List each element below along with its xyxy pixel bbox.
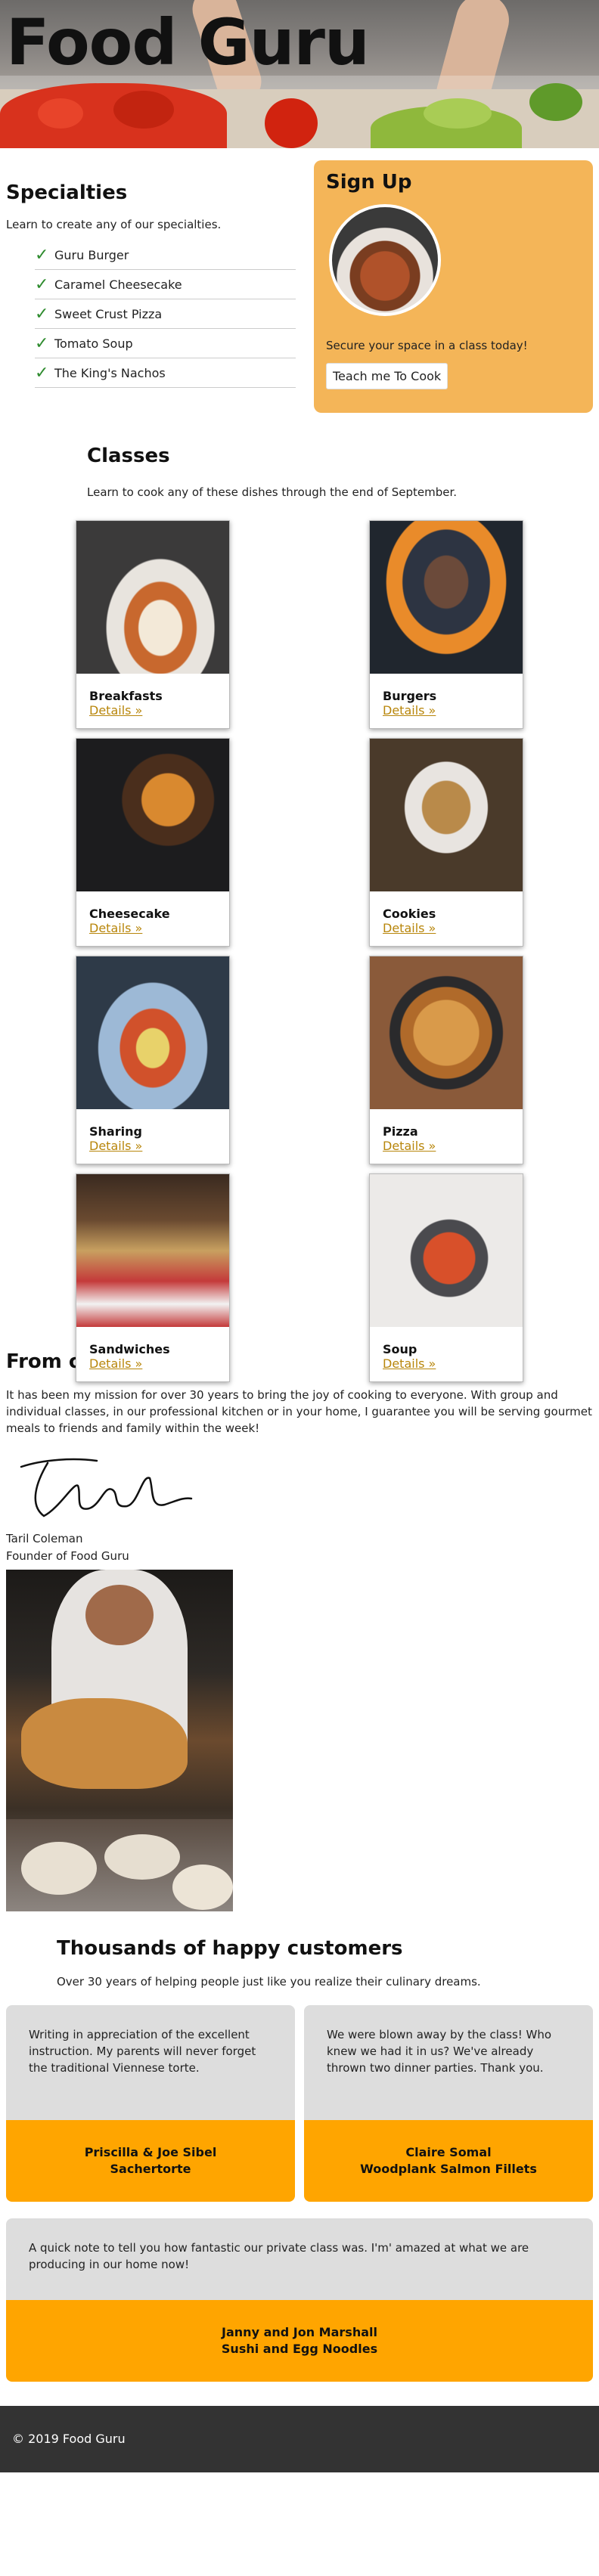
founder-role: Founder of Food Guru (6, 1549, 129, 1563)
class-title: Burgers (383, 689, 437, 703)
chef-photo (6, 1570, 233, 1911)
testimonials-subtitle: Over 30 years of helping people just lik… (57, 1975, 481, 1989)
details-link[interactable]: Details » (383, 921, 523, 935)
details-link[interactable]: Details » (383, 703, 523, 718)
testimonial-author: Claire Somal Woodplank Salmon Fillets (304, 2120, 593, 2202)
class-card-sharing[interactable]: Sharing Details » (76, 956, 230, 1164)
signup-text: Secure your space in a class today! (326, 339, 528, 352)
testimonials-section: Thousands of happy customers Over 30 yea… (0, 1937, 599, 2382)
sandwich-image (76, 1174, 229, 1327)
list-item: ✓ Sweet Crust Pizza (35, 299, 296, 329)
list-item: ✓ The King's Nachos (35, 358, 296, 388)
author-name: Janny and Jon Marshall (222, 2325, 377, 2339)
check-icon: ✓ (35, 333, 49, 353)
specialties-heading: Specialties (6, 181, 128, 204)
list-item: ✓ Guru Burger (35, 240, 296, 270)
top-section: Specialties Learn to create any of our s… (0, 148, 599, 426)
author-dish: Sushi and Egg Noodles (221, 2342, 378, 2356)
class-card-soup[interactable]: Soup Details » (369, 1173, 523, 1382)
testimonial-card: A quick note to tell you how fantastic o… (6, 2218, 593, 2382)
specialties-list: ✓ Guru Burger ✓ Caramel Cheesecake ✓ Sweet … (35, 240, 296, 388)
classes-intro: Learn to cook any of these dishes throug… (87, 485, 458, 499)
class-card-pizza[interactable]: Pizza Details » (369, 956, 523, 1164)
founder-section: From our founder It has been my mission … (0, 1350, 599, 1911)
testimonial-quote: A quick note to tell you how fantastic o… (6, 2218, 593, 2300)
details-link[interactable]: Details » (383, 1139, 523, 1153)
class-title: Cookies (383, 907, 436, 921)
testimonial-author: Priscilla & Joe Sibel Sachertorte (6, 2120, 295, 2202)
sharing-image (76, 956, 229, 1109)
class-title: Sandwiches (89, 1342, 170, 1356)
class-card-cheesecake[interactable]: Cheesecake Details » (76, 738, 230, 947)
site-title: Food Guru (6, 5, 370, 79)
breakfast-image (76, 521, 229, 674)
class-title: Soup (383, 1342, 417, 1356)
details-link[interactable]: Details » (89, 921, 229, 935)
author-dish: Woodplank Salmon Fillets (360, 2162, 537, 2176)
class-card-cookies[interactable]: Cookies Details » (369, 738, 523, 947)
signature-image (20, 1458, 193, 1517)
specialties-section: Specialties Learn to create any of our s… (6, 160, 296, 426)
founder-name: Taril Coleman (6, 1532, 83, 1545)
details-link[interactable]: Details » (89, 1139, 229, 1153)
cheesecake-image (76, 739, 229, 891)
list-item: ✓ Caramel Cheesecake (35, 270, 296, 299)
pizza-image (370, 956, 523, 1109)
testimonial-card: Writing in appreciation of the excellent… (6, 2005, 295, 2202)
burger-image (370, 521, 523, 674)
class-card-burgers[interactable]: Burgers Details » (369, 520, 523, 729)
signup-panel: Sign Up Secure your space in a class tod… (314, 160, 593, 413)
classes-heading: Classes (87, 445, 170, 467)
signup-heading: Sign Up (326, 171, 412, 194)
check-icon: ✓ (35, 363, 49, 383)
salmon-image (329, 204, 441, 316)
class-title: Pizza (383, 1124, 418, 1139)
testimonial-author: Janny and Jon Marshall Sushi and Egg Noo… (6, 2300, 593, 2382)
hero-banner: Food Guru (0, 0, 599, 148)
author-dish: Sachertorte (110, 2162, 191, 2176)
site-footer: © 2019 Food Guru (0, 2406, 599, 2472)
check-icon: ✓ (35, 245, 49, 265)
class-title: Breakfasts (89, 689, 163, 703)
details-link[interactable]: Details » (89, 703, 229, 718)
check-icon: ✓ (35, 274, 49, 294)
class-card-breakfasts[interactable]: Breakfasts Details » (76, 520, 230, 729)
soup-image (370, 1174, 523, 1327)
class-title: Sharing (89, 1124, 142, 1139)
list-item: ✓ Tomato Soup (35, 329, 296, 358)
author-name: Priscilla & Joe Sibel (84, 2145, 217, 2159)
testimonial-quote: We were blown away by the class! Who kne… (304, 2005, 593, 2120)
specialties-intro: Learn to create any of our specialties. (6, 218, 222, 231)
testimonials-heading: Thousands of happy customers (57, 1937, 403, 1960)
founder-message: It has been my mission for over 30 years… (6, 1388, 592, 1435)
check-icon: ✓ (35, 304, 49, 324)
testimonial-card: We were blown away by the class! Who kne… (304, 2005, 593, 2202)
testimonial-grid: Writing in appreciation of the excellent… (6, 2005, 593, 2202)
testimonial-quote: Writing in appreciation of the excellent… (6, 2005, 295, 2120)
copyright-text: © 2019 Food Guru (12, 2432, 126, 2446)
cookies-image (370, 739, 523, 891)
teach-me-button[interactable]: Teach me To Cook (326, 363, 448, 389)
details-link[interactable]: Details » (89, 1356, 229, 1371)
class-title: Cheesecake (89, 907, 170, 921)
class-card-sandwiches[interactable]: Sandwiches Details » (76, 1173, 230, 1382)
classes-section: Classes Learn to cook any of these dishe… (0, 426, 599, 1382)
details-link[interactable]: Details » (383, 1356, 523, 1371)
author-name: Claire Somal (405, 2145, 492, 2159)
